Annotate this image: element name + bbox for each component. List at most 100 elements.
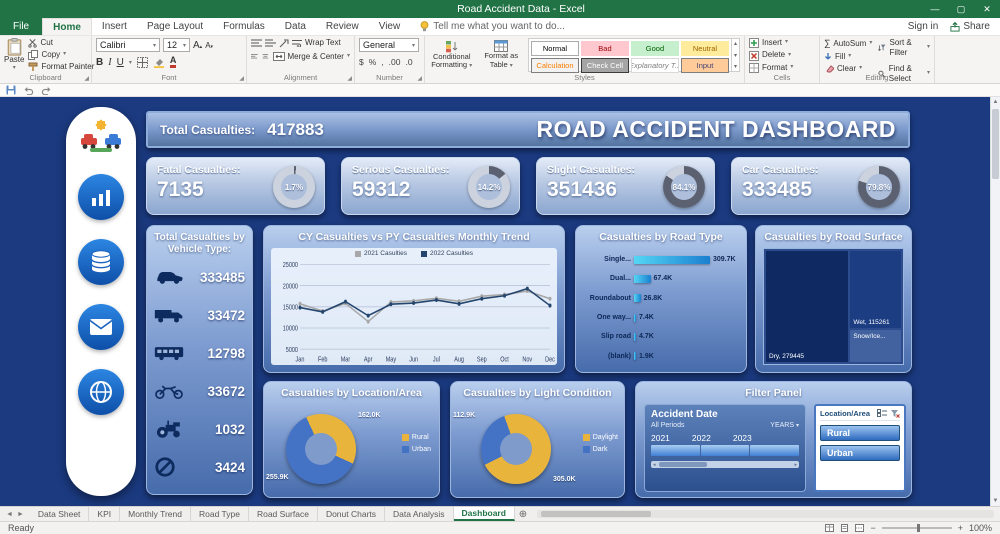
accounting-format-button[interactable]: $ <box>359 57 364 67</box>
format-painter-button[interactable]: Format Painter <box>28 62 94 72</box>
sidebar-item-database[interactable] <box>78 239 124 285</box>
sheet-tab-donut-charts[interactable]: Donut Charts <box>318 507 386 521</box>
horizontal-scrollbar[interactable] <box>536 510 994 518</box>
font-name-select[interactable]: Calibri ▾ <box>96 38 160 52</box>
italic-button[interactable]: I <box>108 57 111 68</box>
ribbon-tab-insert[interactable]: Insert <box>92 18 137 35</box>
redo-button[interactable] <box>41 86 52 95</box>
ribbon-tab-file[interactable]: File <box>0 18 43 35</box>
delete-cells-button[interactable]: Delete ▾ <box>749 50 815 61</box>
percent-format-button[interactable]: % <box>369 57 377 67</box>
multi-select-icon[interactable] <box>877 409 887 417</box>
decrease-decimal-button[interactable]: .0 <box>406 57 413 67</box>
cell-style-normal[interactable]: Normal <box>530 41 579 56</box>
zoom-in-button[interactable]: + <box>958 523 963 533</box>
underline-button[interactable]: U <box>117 57 124 68</box>
sheet-tab-kpi[interactable]: KPI <box>89 507 121 521</box>
cut-button[interactable]: Cut <box>28 38 94 48</box>
format-cells-button[interactable]: Format ▾ <box>749 63 815 73</box>
gallery-up-button[interactable]: ▴ <box>734 40 737 47</box>
zoom-out-button[interactable]: − <box>870 523 875 533</box>
sheet-tab-road-type[interactable]: Road Type <box>191 507 249 521</box>
sort-filter-button[interactable]: Sort & Filter ▾ <box>878 38 930 59</box>
format-as-table-button[interactable]: Format as Table ▾ <box>478 38 523 72</box>
ribbon-tab-data[interactable]: Data <box>275 18 316 35</box>
sidebar-item-web[interactable] <box>78 369 124 415</box>
sign-in-link[interactable]: Sign in <box>908 21 939 32</box>
horizontal-scroll-thumb[interactable] <box>540 511 651 517</box>
ribbon-tab-home[interactable]: Home <box>42 18 92 35</box>
scroll-down-icon[interactable]: ▼ <box>991 496 1000 506</box>
sheet-tab-monthly-trend[interactable]: Monthly Trend <box>120 507 191 521</box>
sidebar-item-charts[interactable] <box>78 174 124 220</box>
number-format-select[interactable]: General ▾ <box>359 38 419 52</box>
align-middle-icon[interactable] <box>265 39 276 48</box>
wrap-text-button[interactable]: Wrap Text <box>292 38 341 48</box>
fill-color-button[interactable] <box>153 57 165 68</box>
zoom-slider[interactable] <box>881 524 952 532</box>
save-button[interactable] <box>6 85 16 95</box>
comma-format-button[interactable]: , <box>381 57 383 67</box>
font-size-select[interactable]: 12 ▾ <box>163 38 190 52</box>
cell-style-explanatory-t[interactable]: Explanatory T... <box>630 58 679 73</box>
normal-view-icon[interactable] <box>825 524 835 532</box>
clipboard-dialog-launcher[interactable]: ◢ <box>84 76 89 82</box>
ribbon-tab-review[interactable]: Review <box>316 18 369 35</box>
sheet-tab-data-sheet[interactable]: Data Sheet <box>30 507 90 521</box>
sidebar-item-mail[interactable] <box>78 304 124 350</box>
scroll-left-icon[interactable]: ◂ <box>653 462 656 468</box>
copy-button[interactable]: Copy ▾ <box>28 50 94 60</box>
ribbon-tab-view[interactable]: View <box>369 18 411 35</box>
increase-font-button[interactable]: A▴ <box>193 40 202 51</box>
clear-filter-icon[interactable] <box>890 409 900 418</box>
zoom-slider-thumb[interactable] <box>916 524 920 532</box>
align-top-icon[interactable] <box>251 39 262 48</box>
bold-button[interactable]: B <box>96 57 103 68</box>
paste-button[interactable]: Paste ▾ <box>4 38 24 72</box>
align-left-icon[interactable] <box>251 52 258 61</box>
timeline-granularity-select[interactable]: YEARS ▾ <box>770 422 799 429</box>
fill-button[interactable]: Fill ▾ <box>824 52 872 62</box>
align-center-icon[interactable] <box>262 52 269 61</box>
autosum-button[interactable]: ∑ AutoSum ▾ <box>824 38 872 50</box>
tell-me-box[interactable]: Tell me what you want to do... <box>410 18 575 35</box>
conditional-formatting-button[interactable]: Conditional Formatting ▾ <box>429 38 474 72</box>
slicer-item-rural[interactable]: Rural <box>820 425 900 441</box>
timeline-scroll-thumb[interactable] <box>659 462 707 467</box>
share-button[interactable]: Share <box>950 21 990 32</box>
orientation-button[interactable] <box>279 38 289 48</box>
timeline-selection-bar[interactable] <box>651 445 800 456</box>
vertical-scroll-thumb[interactable] <box>992 109 999 179</box>
timeline-scrollbar[interactable]: ◂ ▸ <box>651 461 799 468</box>
scroll-right-icon[interactable]: ▸ <box>794 462 797 468</box>
merge-center-button[interactable]: Merge & Center ▾ <box>272 52 350 62</box>
page-layout-view-icon[interactable] <box>840 524 849 532</box>
increase-decimal-button[interactable]: .00 <box>389 57 401 67</box>
font-color-button[interactable]: A <box>169 56 177 68</box>
close-button[interactable]: ✕ <box>974 0 1000 18</box>
undo-button[interactable] <box>23 86 34 95</box>
cell-style-check-cell[interactable]: Check Cell <box>580 58 629 73</box>
gallery-down-button[interactable]: ▾ <box>734 52 737 59</box>
number-dialog-launcher[interactable]: ◢ <box>417 76 422 82</box>
sheet-tab-road-surface[interactable]: Road Surface <box>249 507 318 521</box>
cell-style-bad[interactable]: Bad <box>580 41 629 56</box>
font-dialog-launcher[interactable]: ◢ <box>239 76 244 82</box>
borders-button[interactable] <box>136 56 148 68</box>
gallery-more-button[interactable]: ▾ <box>734 63 737 70</box>
ribbon-tab-formulas[interactable]: Formulas <box>213 18 275 35</box>
cell-style-calculation[interactable]: Calculation <box>530 58 579 73</box>
ribbon-tab-page-layout[interactable]: Page Layout <box>137 18 213 35</box>
insert-cells-button[interactable]: Insert ▾ <box>749 38 815 49</box>
cell-style-neutral[interactable]: Neutral <box>680 41 729 56</box>
decrease-font-button[interactable]: A▾ <box>205 41 213 50</box>
vertical-scrollbar[interactable]: ▲ ▼ <box>990 97 1000 506</box>
sheet-nav-right[interactable]: ► <box>17 511 24 518</box>
sheet-tab-dashboard[interactable]: Dashboard <box>453 507 515 521</box>
sheet-tab-data-analysis[interactable]: Data Analysis <box>385 507 454 521</box>
maximize-button[interactable]: ▢ <box>948 0 974 18</box>
cell-style-good[interactable]: Good <box>630 41 679 56</box>
scroll-up-icon[interactable]: ▲ <box>991 97 1000 107</box>
slicer-item-urban[interactable]: Urban <box>820 445 900 461</box>
sheet-nav-left[interactable]: ◄ <box>6 511 13 518</box>
